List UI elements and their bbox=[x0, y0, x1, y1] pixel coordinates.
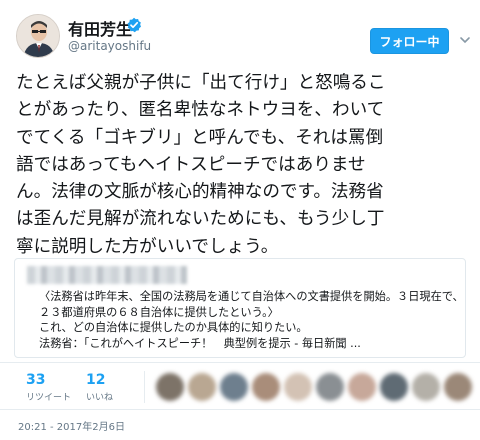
tweet-timestamp[interactable]: 20:21 - 2017年2月6日 bbox=[18, 418, 125, 433]
display-name[interactable]: 有田芳生 bbox=[68, 16, 132, 40]
blurred-quoted-author bbox=[27, 266, 187, 284]
verified-badge-icon bbox=[127, 17, 141, 33]
liker-avatar[interactable] bbox=[252, 373, 280, 401]
like-stat[interactable]: 12 いいね bbox=[86, 372, 113, 403]
liker-avatar[interactable] bbox=[412, 373, 440, 401]
tweet-text: たとえば父親が子供に「出て行け」と怒鳴るこ とがあったり、匿名卑怯なネトウヨを、… bbox=[16, 70, 472, 261]
quoted-text-line: これ、どの自治体に提供したのか具体的に知りたい。 bbox=[39, 321, 308, 335]
quoted-text-line: 法務省：「これがヘイトスピーチ！ 典型例を提示 - 毎日新聞 ... bbox=[39, 336, 361, 350]
user-handle[interactable]: @aritayoshifu bbox=[68, 39, 151, 53]
liker-avatar[interactable] bbox=[380, 373, 408, 401]
tweet-text-line: は歪んだ見解が流れないためにも、もう少し丁 bbox=[16, 209, 385, 230]
liker-avatar[interactable] bbox=[444, 373, 472, 401]
liker-avatar[interactable] bbox=[348, 373, 376, 401]
liker-avatar[interactable] bbox=[316, 373, 344, 401]
avatar-image bbox=[17, 15, 59, 57]
tweet-text-line: 語ではあってもヘイトスピーチではありませ bbox=[16, 154, 366, 175]
quoted-tweet-text: 〈法務省は昨年末、全国の法務局を通じて自治体への文書提供を開始。３日現在で、 ２… bbox=[39, 289, 464, 351]
tweet-text-line: とがあったり、匿名卑怯なネトウヨを、わいて bbox=[16, 100, 385, 121]
liker-avatar[interactable] bbox=[188, 373, 216, 401]
quoted-text-line: ２３都道府県の６８自治体に提供したという。〉 bbox=[39, 305, 279, 319]
tweet-text-line: たとえば父親が子供に「出て行け」と怒鳴るこ bbox=[16, 73, 386, 93]
following-button[interactable]: フォロー中 bbox=[370, 28, 449, 54]
liker-avatar[interactable] bbox=[284, 373, 312, 401]
tweet-header: 有田芳生 @aritayoshifu フォロー中 bbox=[0, 0, 480, 70]
retweet-label: リツイート bbox=[26, 393, 72, 403]
retweet-stat[interactable]: 33 リツイート bbox=[26, 372, 71, 403]
like-count: 12 bbox=[86, 372, 106, 388]
tweet-text-line: ん。法律の文脈が核心的精神なのです。法務省 bbox=[16, 182, 384, 203]
quoted-tweet-card[interactable]: 〈法務省は昨年末、全国の法務局を通じて自治体への文書提供を開始。３日現在で、 ２… bbox=[14, 258, 466, 358]
liker-avatar[interactable] bbox=[220, 373, 248, 401]
tweet-text-line: 寧に説明した方がいいでしょう。 bbox=[16, 236, 279, 257]
chevron-down-icon[interactable] bbox=[459, 34, 471, 46]
tweet-text-line: でてくる「ゴキブリ」と呼んでも、それは罵倒 bbox=[16, 127, 384, 148]
quoted-text-line: 〈法務省は昨年末、全国の法務局を通じて自治体への文書提供を開始。３日現在で、 bbox=[39, 290, 464, 303]
tweet-stats: 33 リツイート 12 いいね bbox=[0, 362, 480, 410]
like-label: いいね bbox=[86, 393, 114, 403]
retweet-count: 33 bbox=[26, 372, 46, 388]
avatar[interactable] bbox=[16, 14, 60, 58]
stats-divider bbox=[144, 371, 145, 403]
liker-avatar[interactable] bbox=[156, 373, 184, 401]
